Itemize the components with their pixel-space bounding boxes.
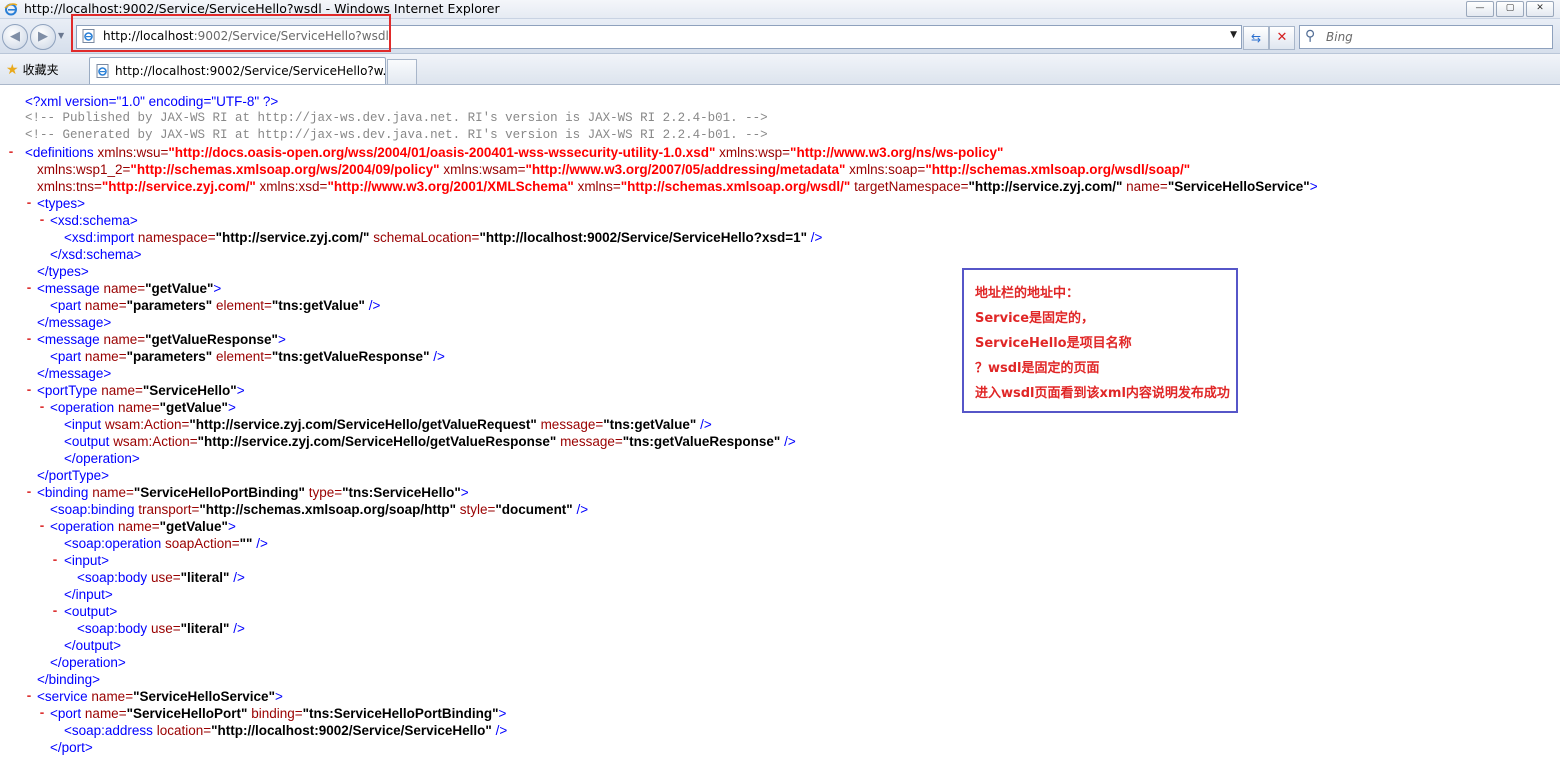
xml-line-definitions: <definitions xmlns:wsu="http://docs.oasi… <box>25 145 1004 160</box>
recent-pages-dropdown-icon[interactable]: ▼ <box>58 31 64 40</box>
xml-line: <portType name="ServiceHello"> <box>37 383 245 398</box>
collapse-toggle[interactable]: - <box>37 212 47 227</box>
favorites-label: 收藏夹 <box>22 63 59 77</box>
xml-line: <service name="ServiceHelloService"> <box>37 689 283 704</box>
stop-button[interactable]: ✕ <box>1269 26 1295 50</box>
note-line: 地址栏的地址中： <box>975 286 1080 301</box>
xml-comment: <!-- Generated by JAX-WS RI at http://ja… <box>25 128 768 142</box>
xml-line: <input> <box>64 553 110 568</box>
refresh-icon: ⇆ <box>1250 31 1262 45</box>
xml-line: <part name="parameters" element="tns:get… <box>50 298 381 313</box>
address-highlight-box <box>71 14 391 52</box>
note-line: ？wsdl是固定的页面 <box>975 361 1100 376</box>
xml-line: </types> <box>37 264 89 279</box>
collapse-toggle[interactable]: - <box>24 382 34 397</box>
note-line: Service是固定的， <box>975 311 1095 326</box>
xml-line: <soap:address location="http://localhost… <box>64 723 508 738</box>
favorites-button[interactable]: ★ 收藏夹 <box>6 61 59 78</box>
search-box[interactable]: ⚲ Bing <box>1299 25 1553 49</box>
xml-line: </operation> <box>64 451 140 466</box>
tab-active[interactable]: http://localhost:9002/Service/ServiceHel… <box>89 57 394 84</box>
xml-line: <port name="ServiceHelloPort" binding="t… <box>50 706 507 721</box>
xml-line: </portType> <box>37 468 110 483</box>
xml-line-definitions-cont: xmlns:tns="http://service.zyj.com/" xmln… <box>37 179 1318 194</box>
xml-line: </operation> <box>50 655 126 670</box>
ie-logo-icon <box>4 3 18 16</box>
tab-bar: ★ 收藏夹 http://localhost:9002/Service/Servi… <box>0 54 1560 85</box>
collapse-toggle[interactable]: - <box>37 518 47 533</box>
xml-line: <output> <box>64 604 118 619</box>
xml-line: <input wsam:Action="http://service.zyj.c… <box>64 417 712 432</box>
collapse-toggle[interactable]: - <box>24 280 34 295</box>
xml-line: <xsd:schema> <box>50 213 138 228</box>
forward-button[interactable]: ▶ <box>30 24 56 50</box>
search-placeholder: Bing <box>1326 30 1353 44</box>
xml-comment: <!-- Published by JAX-WS RI at http://ja… <box>25 111 768 125</box>
refresh-button[interactable]: ⇆ <box>1243 26 1269 50</box>
xml-line: </input> <box>64 587 113 602</box>
address-dropdown-icon[interactable]: ▼ <box>1230 30 1237 40</box>
collapse-toggle[interactable]: - <box>6 144 16 159</box>
collapse-toggle[interactable]: - <box>24 484 34 499</box>
back-button[interactable]: ◀ <box>2 24 28 50</box>
favorites-star-icon: ★ <box>6 62 19 78</box>
xml-line: <soap:body use="literal" /> <box>77 621 245 636</box>
xml-line: <xsd:import namespace="http://service.zy… <box>64 230 823 245</box>
xml-line: <binding name="ServiceHelloPortBinding" … <box>37 485 469 500</box>
collapse-toggle[interactable]: - <box>24 688 34 703</box>
collapse-toggle[interactable]: - <box>50 552 60 567</box>
collapse-toggle[interactable]: - <box>50 603 60 618</box>
xml-line: <soap:body use="literal" /> <box>77 570 245 585</box>
annotation-note: 地址栏的地址中： Service是固定的， ServiceHello是项目名称 … <box>962 268 1238 413</box>
note-line: ServiceHello是项目名称 <box>975 336 1132 351</box>
xml-line-definitions-cont: xmlns:wsp1_2="http://schemas.xmlsoap.org… <box>37 162 1191 177</box>
xml-line: </binding> <box>37 672 101 687</box>
maximize-button[interactable]: ▢ <box>1496 1 1524 17</box>
xml-line: <output wsam:Action="http://service.zyj.… <box>64 434 796 449</box>
xml-line: <operation name="getValue"> <box>50 519 236 534</box>
xml-line: </xsd:schema> <box>50 247 142 262</box>
new-tab-button[interactable] <box>387 59 417 84</box>
minimize-button[interactable]: — <box>1466 1 1494 17</box>
collapse-toggle[interactable]: - <box>24 331 34 346</box>
tab-ie-icon <box>96 64 109 78</box>
collapse-toggle[interactable]: - <box>37 399 47 414</box>
forward-arrow-icon: ▶ <box>38 29 48 44</box>
xml-line: <operation name="getValue"> <box>50 400 236 415</box>
xml-declaration: <?xml version="1.0" encoding="UTF-8" ?> <box>25 94 279 109</box>
xml-line: <message name="getValue"> <box>37 281 222 296</box>
xml-line: <soap:binding transport="http://schemas.… <box>50 502 589 517</box>
xml-line: </output> <box>64 638 122 653</box>
xml-line: </message> <box>37 366 112 381</box>
xml-document: <?xml version="1.0" encoding="UTF-8" ?> … <box>0 85 1560 760</box>
search-icon: ⚲ <box>1305 28 1316 44</box>
xml-line: </port> <box>50 740 93 755</box>
note-line: 进入wsdl页面看到该xml内容说明发布成功 <box>975 386 1230 401</box>
xml-line: <message name="getValueResponse"> <box>37 332 286 347</box>
stop-icon: ✕ <box>1276 30 1288 45</box>
back-arrow-icon: ◀ <box>10 29 20 44</box>
close-window-button[interactable]: ✕ <box>1526 1 1554 17</box>
xml-line: <part name="parameters" element="tns:get… <box>50 349 445 364</box>
tab-title: http://localhost:9002/Service/ServiceHel… <box>115 64 394 78</box>
xml-line: <soap:operation soapAction="" /> <box>64 536 268 551</box>
collapse-toggle[interactable]: - <box>24 195 34 210</box>
collapse-toggle[interactable]: - <box>37 705 47 720</box>
xml-line: <types> <box>37 196 86 211</box>
xml-line: </message> <box>37 315 112 330</box>
